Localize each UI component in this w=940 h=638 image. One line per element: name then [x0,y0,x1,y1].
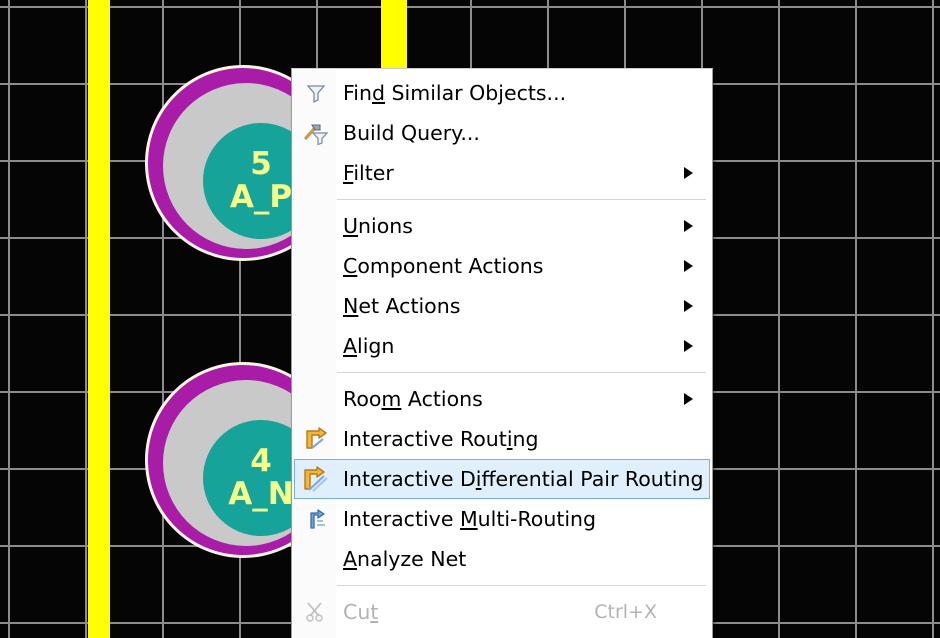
scissors-icon [295,595,337,629]
hammer-funnel-icon [295,116,337,150]
pad-net-name: A_N [228,476,294,512]
menu-icon-placeholder [295,209,337,243]
menu-item-find-similar-objects[interactable]: Find Similar Objects... [294,73,710,113]
menu-item-label: Interactive Differential Pair Routing [343,467,704,491]
pad-designator: 5 [250,146,272,183]
menu-item-label: Room Actions [343,387,483,411]
menu-item-room-actions[interactable]: Room Actions [294,379,710,419]
menu-icon-placeholder [295,542,337,576]
menu-item-build-query[interactable]: Build Query... [294,113,710,153]
menu-icon-placeholder [295,156,337,190]
grid-line-vertical [932,0,934,638]
menu-item-label: Cut [343,600,379,624]
menu-item-filter[interactable]: Filter [294,153,710,193]
menu-item-net-actions[interactable]: Net Actions [294,286,710,326]
grid-line-horizontal [0,6,940,8]
menu-icon-placeholder [295,289,337,323]
menu-item-align[interactable]: Align [294,326,710,366]
menu-item-interactive-differential-pair-routing[interactable]: Interactive Differential Pair Routing [294,459,710,499]
menu-item-shortcut: Ctrl+X [594,601,657,623]
menu-icon-placeholder [295,249,337,283]
menu-item-label: Interactive Routing [343,427,539,451]
menu-item-cut: Cut Ctrl+X [294,592,710,632]
menu-item-label: Filter [343,161,394,185]
pcb-track-left[interactable] [88,0,110,638]
menu-item-label: Analyze Net [343,547,467,571]
submenu-arrow-icon [675,167,709,179]
context-menu-list: Find Similar Objects... Build Query... Fil… [292,69,712,638]
chevron-right-icon [683,220,693,232]
grid-line-vertical [8,0,10,638]
grid-line-vertical [162,0,164,638]
pad-designator: 4 [250,443,272,480]
pad-net-name: A_P [229,179,293,215]
menu-item-analyze-net[interactable]: Analyze Net [294,539,710,579]
separator-2 [337,372,706,373]
menu-item-label: Find Similar Objects... [343,81,567,105]
submenu-arrow-icon [675,393,709,405]
chevron-right-icon [683,393,693,405]
menu-item-label: Net Actions [343,294,461,318]
chevron-right-icon [683,260,693,272]
submenu-arrow-icon [675,300,709,312]
pcb-editor-screen: 5 A_P 4 A_N Find Similar Objects... Build Qu… [0,0,940,638]
grid-line-vertical [855,0,857,638]
submenu-arrow-icon [675,220,709,232]
context-menu[interactable]: Find Similar Objects... Build Query... Fil… [291,68,713,638]
menu-item-copy: CopyCtrl+C [294,632,710,638]
submenu-arrow-icon [675,340,709,352]
menu-item-label: Align [343,334,395,358]
separator-1 [337,199,706,200]
menu-item-label: Interactive Multi-Routing [343,507,597,531]
menu-item-label: Build Query... [343,121,480,145]
menu-item-interactive-multi-routing[interactable]: Interactive Multi-Routing [294,499,710,539]
menu-item-component-actions[interactable]: Component Actions [294,246,710,286]
submenu-arrow-icon [675,260,709,272]
menu-icon-placeholder [295,329,337,363]
routing-arrow-icon [295,422,337,456]
menu-icon-placeholder [295,382,337,416]
chevron-right-icon [683,167,693,179]
menu-item-unions[interactable]: Unions [294,206,710,246]
chevron-right-icon [683,300,693,312]
diff-pair-routing-icon [295,462,337,496]
grid-line-vertical [778,0,780,638]
grid-line-vertical [85,0,87,638]
menu-item-label: Unions [343,214,413,238]
multi-routing-icon [295,502,337,536]
menu-item-interactive-routing[interactable]: Interactive Routing [294,419,710,459]
funnel-filter-icon [295,76,337,110]
chevron-right-icon [683,340,693,352]
separator-3 [337,585,706,586]
menu-item-label: Component Actions [343,254,544,278]
